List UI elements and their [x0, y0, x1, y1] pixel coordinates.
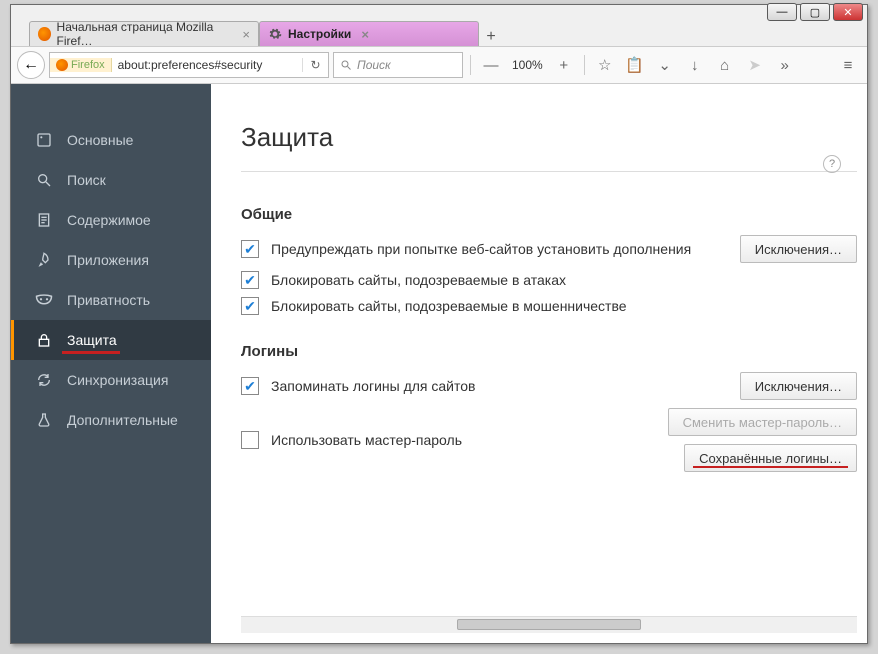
- checkbox-warn-addons[interactable]: [241, 240, 259, 258]
- send-icon[interactable]: ➤: [742, 52, 768, 78]
- checkbox-block-attacks[interactable]: [241, 271, 259, 289]
- back-button[interactable]: ←: [17, 51, 45, 79]
- help-button[interactable]: ?: [823, 155, 841, 173]
- sync-icon: [35, 371, 53, 389]
- change-master-password-button: Сменить мастер-пароль…: [668, 408, 857, 436]
- label-block-fraud: Блокировать сайты, подозреваемые в мошен…: [271, 298, 627, 314]
- label-remember-logins: Запоминать логины для сайтов: [271, 378, 475, 394]
- search-icon: [340, 59, 352, 71]
- tab-close-icon[interactable]: ×: [357, 27, 369, 42]
- tab-settings[interactable]: Настройки ×: [259, 21, 479, 46]
- navigation-toolbar: ← Firefox about:preferences#security ↻ П…: [11, 46, 867, 84]
- scrollbar-thumb[interactable]: [457, 619, 642, 630]
- firefox-favicon-icon: [56, 59, 68, 71]
- checkbox-master-password[interactable]: [241, 431, 259, 449]
- sidebar-item-applications[interactable]: Приложения: [11, 240, 211, 280]
- sidebar-item-label: Приложения: [67, 252, 149, 268]
- sidebar-item-advanced[interactable]: Дополнительные: [11, 400, 211, 440]
- row-block-attacks: Блокировать сайты, подозреваемые в атака…: [241, 271, 857, 289]
- saved-logins-button[interactable]: Сохранённые логины…: [684, 444, 857, 472]
- window-maximize-button[interactable]: ▢: [800, 3, 830, 21]
- label-block-attacks: Блокировать сайты, подозреваемые в атака…: [271, 272, 566, 288]
- horizontal-scrollbar[interactable]: [241, 616, 857, 633]
- row-warn-addons: Предупреждать при попытке веб-сайтов уст…: [241, 235, 857, 263]
- master-pw-buttons: Сменить мастер-пароль… Сохранённые логин…: [668, 408, 857, 472]
- toolbar-divider: [584, 55, 585, 75]
- logins-exceptions-button[interactable]: Исключения…: [740, 372, 857, 400]
- tab-label: Начальная страница Mozilla Firef…: [57, 20, 233, 48]
- red-underline-marker: [62, 351, 120, 354]
- zoom-out-button[interactable]: —: [478, 52, 504, 78]
- firefox-favicon-icon: [38, 27, 51, 41]
- sidebar-item-label: Приватность: [67, 292, 150, 308]
- toolbar-divider: [470, 55, 471, 75]
- sidebar-item-privacy[interactable]: Приватность: [11, 280, 211, 320]
- tab-label: Настройки: [288, 27, 351, 41]
- rocket-icon: [35, 251, 53, 269]
- pocket-icon[interactable]: ⌄: [652, 52, 678, 78]
- sidebar-item-label: Основные: [67, 132, 133, 148]
- title-divider: [241, 171, 857, 172]
- back-arrow-icon: ←: [23, 56, 39, 74]
- sidebar-item-label: Содержимое: [67, 212, 151, 228]
- sidebar-item-label: Защита: [67, 332, 117, 348]
- label-master-password: Использовать мастер-пароль: [271, 432, 462, 448]
- sidebar-item-label: Синхронизация: [67, 372, 168, 388]
- search-placeholder: Поиск: [357, 58, 391, 72]
- url-bar[interactable]: Firefox about:preferences#security ↻: [49, 52, 329, 78]
- sidebar-item-search[interactable]: Поиск: [11, 160, 211, 200]
- downloads-icon[interactable]: ↓: [682, 52, 708, 78]
- search-icon: [35, 171, 53, 189]
- url-text: about:preferences#security: [112, 58, 302, 72]
- zoom-level[interactable]: 100%: [508, 52, 547, 78]
- main-panel: Защита ? Общие Предупреждать при попытке…: [211, 84, 867, 643]
- sidebar-item-sync[interactable]: Синхронизация: [11, 360, 211, 400]
- identity-label: Firefox: [71, 59, 105, 71]
- home-icon[interactable]: ⌂: [712, 52, 738, 78]
- zoom-in-button[interactable]: +: [551, 52, 577, 78]
- browser-window: — ▢ ✕ Начальная страница Mozilla Firef… …: [10, 4, 868, 644]
- sidebar-item-general[interactable]: Основные: [11, 120, 211, 160]
- section-logins-title: Логины: [241, 343, 857, 360]
- gear-icon: [268, 27, 282, 41]
- page-title: Защита: [241, 122, 857, 153]
- content-area: Основные Поиск Содержимое Приложения При…: [11, 84, 867, 643]
- general-icon: [35, 131, 53, 149]
- tab-homepage[interactable]: Начальная страница Mozilla Firef… ×: [29, 21, 259, 46]
- library-icon[interactable]: 📋: [622, 52, 648, 78]
- sidebar-item-label: Поиск: [67, 172, 106, 188]
- section-general-title: Общие: [241, 206, 857, 223]
- label-warn-addons: Предупреждать при попытке веб-сайтов уст…: [271, 241, 691, 257]
- flask-icon: [35, 411, 53, 429]
- window-controls: — ▢ ✕: [767, 3, 863, 21]
- checkbox-block-fraud[interactable]: [241, 297, 259, 315]
- tab-close-icon[interactable]: ×: [238, 27, 250, 42]
- tab-strip: Начальная страница Mozilla Firef… × Наст…: [11, 21, 867, 46]
- menu-button[interactable]: ≡: [835, 52, 861, 78]
- window-minimize-button[interactable]: —: [767, 3, 797, 21]
- window-close-button[interactable]: ✕: [833, 3, 863, 21]
- sidebar-item-label: Дополнительные: [67, 412, 178, 428]
- lock-icon: [35, 331, 53, 349]
- bookmark-star-icon[interactable]: ☆: [592, 52, 618, 78]
- search-box[interactable]: Поиск: [333, 52, 463, 78]
- new-tab-button[interactable]: +: [479, 28, 503, 46]
- identity-badge[interactable]: Firefox: [50, 58, 112, 72]
- preferences-sidebar: Основные Поиск Содержимое Приложения При…: [11, 84, 211, 643]
- document-icon: [35, 211, 53, 229]
- row-block-fraud: Блокировать сайты, подозреваемые в мошен…: [241, 297, 857, 315]
- sidebar-item-content[interactable]: Содержимое: [11, 200, 211, 240]
- mask-icon: [35, 291, 53, 309]
- checkbox-remember-logins[interactable]: [241, 377, 259, 395]
- exceptions-button[interactable]: Исключения…: [740, 235, 857, 263]
- row-remember-logins: Запоминать логины для сайтов Исключения…: [241, 372, 857, 400]
- overflow-icon[interactable]: »: [772, 52, 798, 78]
- reload-button[interactable]: ↻: [302, 58, 328, 72]
- sidebar-item-security[interactable]: Защита: [11, 320, 211, 360]
- row-master-password: Использовать мастер-пароль Сменить масте…: [241, 408, 857, 472]
